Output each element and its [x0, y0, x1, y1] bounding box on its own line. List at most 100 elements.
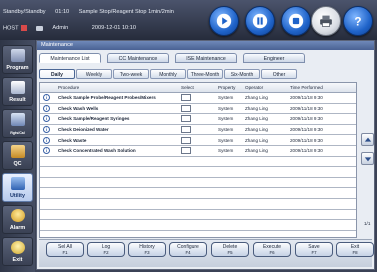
procedure-name: Check Wash Wells [58, 105, 99, 111]
delete-button[interactable]: Delete F5 [211, 242, 249, 257]
info-icon[interactable]: i [43, 147, 50, 155]
table-row[interactable]: i Check Sample/Reagent Syringes System Zhan… [40, 114, 356, 125]
operator-cell: Zhang Ling [245, 137, 268, 143]
host-label: HOST [3, 25, 19, 32]
info-icon[interactable]: i [43, 115, 50, 123]
history-button[interactable]: History F3 [128, 242, 166, 257]
print-button[interactable] [311, 6, 341, 36]
header-procedure[interactable]: Procedure [40, 83, 181, 92]
property-cell: System [218, 95, 234, 101]
save-button[interactable]: Save F7 [295, 242, 333, 257]
procedure-cell: i Check Deionized Water [40, 126, 181, 134]
nav-label: QC [13, 161, 22, 167]
utility-icon [11, 177, 25, 190]
select-checkbox[interactable] [181, 126, 191, 134]
select-checkbox[interactable] [181, 147, 191, 155]
select-cell [181, 94, 218, 102]
info-icon[interactable]: i [43, 94, 50, 102]
tab-other[interactable]: Other [261, 69, 297, 79]
function-key-label: F2 [103, 250, 109, 255]
play-button[interactable] [209, 6, 239, 36]
nav-reagent-calibration[interactable]: Rgts/Cal [2, 109, 33, 138]
tab-cc-maintenance[interactable]: CC Maintenance [107, 53, 169, 63]
info-icon[interactable]: i [43, 126, 50, 134]
stop-button[interactable] [281, 6, 311, 36]
tab-monthly[interactable]: Monthly [150, 69, 186, 79]
pause-button[interactable] [245, 6, 275, 36]
select-checkbox[interactable] [181, 94, 191, 102]
play-icon [216, 13, 232, 29]
help-button[interactable]: ? [343, 6, 373, 36]
time-cell: 2009/11/18 9:30 [290, 105, 323, 111]
log-button[interactable]: Log F2 [87, 242, 125, 257]
function-key-label: F6 [269, 250, 275, 255]
exit-button[interactable]: Exit F8 [336, 242, 374, 257]
empty-table-row [40, 156, 356, 168]
table-header: Procedure Select Property Operator Time … [40, 83, 356, 93]
qc-icon [11, 145, 25, 158]
info-icon[interactable]: i [43, 136, 50, 144]
table-row[interactable]: i Check Deionized Water System Zhang Ling 20… [40, 125, 356, 136]
nav-qc[interactable]: QC [2, 141, 33, 170]
svg-text:?: ? [354, 16, 361, 29]
property-cell: System [218, 116, 234, 122]
tab-two-week[interactable]: Two-week [113, 69, 149, 79]
header-select[interactable]: Select [181, 83, 218, 92]
empty-table-row [40, 198, 356, 210]
tab-daily[interactable]: Daily [39, 69, 75, 79]
nav-exit[interactable]: Exit [2, 237, 33, 266]
scroll-down-button[interactable] [361, 152, 374, 165]
tab-weekly[interactable]: Weekly [76, 69, 112, 79]
procedure-cell: i Check Sample/Reagent Syringes [40, 115, 181, 123]
execute-button[interactable]: Execute F6 [253, 242, 291, 257]
printer-icon [320, 15, 332, 27]
nav-label: Program [6, 65, 29, 71]
info-icon[interactable]: i [43, 104, 50, 112]
main-tabs: Maintenance List CC Maintenance ISE Main… [39, 53, 311, 63]
pause-icon [252, 13, 268, 29]
operator-cell: Zhang Ling [245, 148, 268, 154]
exit-icon [11, 241, 25, 254]
operator-cell: Zhang Ling [245, 105, 268, 111]
tab-six-month[interactable]: Six-Month [224, 69, 260, 79]
procedure-name: Check Sample Probe/Reagent Probes/Mixers [58, 95, 156, 101]
header-operator[interactable]: Operator [245, 83, 290, 92]
tab-three-month[interactable]: Three-Month [187, 69, 223, 79]
host-line: HOST Admin 2009-12-01 10:10 [3, 25, 144, 31]
table-row[interactable]: i Check Sample Probe/Reagent Probes/Mixer… [40, 93, 356, 104]
maintenance-panel: Maintenance Maintenance List CC Maintena… [36, 40, 375, 270]
table-row[interactable]: i Check Wash Wells System Zhang Ling 2009/11… [40, 104, 356, 115]
function-key-label: F8 [352, 250, 358, 255]
tab-maintenance-list[interactable]: Maintenance List [39, 53, 101, 63]
host-status-icon [20, 25, 27, 31]
table-row[interactable]: i Check Concentrated Wash Solution System Z… [40, 146, 356, 157]
select-cell [181, 126, 218, 134]
procedure-cell: i Check Concentrated Wash Solution [40, 147, 181, 155]
property-cell: System [218, 137, 234, 143]
tab-engineer[interactable]: Engineer [243, 53, 305, 63]
property-cell: System [218, 105, 234, 111]
property-cell: System [218, 148, 234, 154]
scroll-up-button[interactable] [361, 133, 374, 146]
table-body: i Check Sample Probe/Reagent Probes/Mixer… [40, 93, 356, 231]
select-checkbox[interactable] [181, 136, 191, 144]
table-row[interactable]: i Check Waste System Zhang Ling 2009/11/18 9… [40, 135, 356, 146]
nav-label: Alarm [9, 225, 26, 231]
panel-title: Maintenance [37, 41, 374, 50]
select-checkbox[interactable] [181, 115, 191, 123]
system-datetime: 2009-12-01 10:10 [91, 25, 136, 32]
maintenance-table: Procedure Select Property Operator Time … [39, 82, 357, 238]
empty-table-row [40, 188, 356, 199]
select-all-button[interactable]: Sel All F1 [46, 242, 84, 257]
configure-button[interactable]: Configure F4 [169, 242, 207, 257]
nav-utility[interactable]: Utility [2, 173, 33, 202]
header-property[interactable]: Property [218, 83, 245, 92]
nav-program[interactable]: Program [2, 45, 33, 74]
header-time-performed[interactable]: Time Performed [290, 83, 356, 92]
nav-result[interactable]: Result [2, 77, 33, 106]
status-bar: Standby/Standby 01:10 Sample Stop/Reagen… [0, 0, 377, 40]
procedure-name: Check Waste [58, 137, 87, 143]
select-checkbox[interactable] [181, 104, 191, 112]
tab-ise-maintenance[interactable]: ISE Maintenance [175, 53, 237, 63]
nav-alarm[interactable]: Alarm [2, 205, 33, 234]
